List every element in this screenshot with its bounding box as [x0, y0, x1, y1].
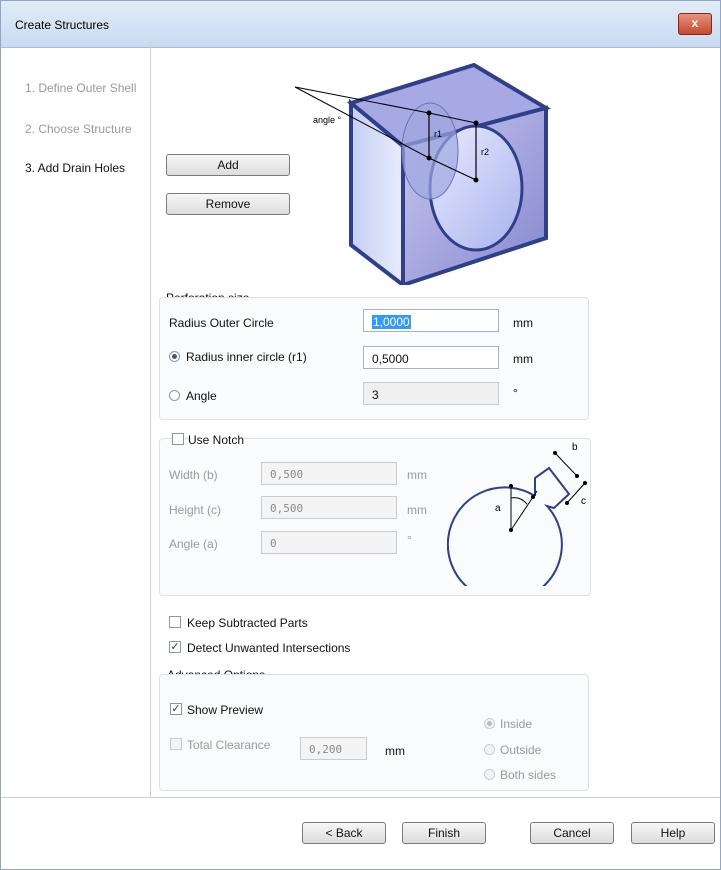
- add-button[interactable]: Add: [166, 154, 290, 176]
- radius-inner-input[interactable]: 0,5000: [363, 346, 499, 369]
- notch-angle-input[interactable]: 0: [261, 531, 397, 554]
- notch-b-label: b: [572, 442, 578, 453]
- side-both-radio[interactable]: [484, 769, 495, 780]
- total-clearance-label: Total Clearance: [187, 738, 271, 752]
- use-notch-label: Use Notch: [188, 433, 245, 447]
- total-clearance-checkbox[interactable]: [170, 738, 182, 750]
- radius-outer-unit: mm: [513, 316, 533, 330]
- notch-angle-arc: [510, 497, 528, 505]
- keep-subtracted-checkbox[interactable]: [169, 616, 181, 628]
- keep-subtracted-label: Keep Subtracted Parts: [187, 616, 308, 630]
- point-marker: [509, 528, 513, 532]
- radius-outer-label: Radius Outer Circle: [169, 316, 274, 330]
- drain-hole-diagram: angle ° r1 r2: [294, 63, 552, 285]
- notch-diagram: a b c: [447, 442, 587, 586]
- radius-outer-input[interactable]: 1,0000: [363, 309, 499, 332]
- angle-label-text: Angle: [186, 389, 217, 403]
- point-marker: [473, 177, 479, 183]
- point-marker: [531, 495, 535, 499]
- radius-inner-label: Radius inner circle (r1): [186, 350, 307, 364]
- wizard-steps-sidebar: 1. Define Outer Shell 2. Choose Structur…: [1, 48, 150, 796]
- notch-angle-unit: °: [407, 533, 412, 547]
- angle-input[interactable]: 3: [363, 382, 499, 405]
- radius-inner-unit: mm: [513, 352, 533, 366]
- close-button[interactable]: x: [678, 13, 712, 35]
- detect-intersections-checkbox[interactable]: ✓: [169, 641, 181, 653]
- notch-outline: [447, 466, 571, 586]
- r1-label: r1: [434, 129, 442, 139]
- help-button[interactable]: Help: [631, 822, 715, 844]
- finish-button[interactable]: Finish: [402, 822, 486, 844]
- point-marker: [473, 120, 479, 126]
- use-notch-checkbox[interactable]: [172, 433, 184, 445]
- window-title: Create Structures: [15, 18, 110, 32]
- point-marker: [553, 451, 557, 455]
- show-preview-checkbox[interactable]: ✓: [170, 703, 182, 715]
- step-define-outer-shell[interactable]: 1. Define Outer Shell: [25, 81, 136, 95]
- radius-inner-radio[interactable]: [169, 351, 180, 362]
- notch-a-label: a: [495, 503, 501, 514]
- notch-angle-label: Angle (a): [169, 537, 218, 551]
- point-marker: [575, 474, 579, 478]
- point-marker: [565, 501, 569, 505]
- angle-radio[interactable]: [169, 390, 180, 401]
- side-outside-label: Outside: [500, 743, 542, 757]
- title-bar: Create Structures x: [1, 1, 720, 48]
- step-choose-structure[interactable]: 2. Choose Structure: [25, 122, 132, 136]
- notch-width-unit: mm: [407, 468, 427, 482]
- notch-height-unit: mm: [407, 503, 427, 517]
- notch-width-input[interactable]: 0,500: [261, 462, 397, 485]
- dialog-footer: < Back Finish Cancel Help: [1, 798, 720, 869]
- point-marker: [583, 481, 587, 485]
- back-button[interactable]: < Back: [302, 822, 386, 844]
- angle-label: angle °: [313, 115, 342, 125]
- r2-label: r2: [481, 147, 489, 157]
- step-add-drain-holes[interactable]: 3. Add Drain Holes: [25, 161, 125, 175]
- create-structures-dialog: Create Structures x 1. Define Outer Shel…: [0, 0, 721, 870]
- show-preview-label: Show Preview: [187, 703, 264, 717]
- remove-button[interactable]: Remove: [166, 193, 290, 215]
- side-both-label: Both sides: [500, 768, 557, 782]
- angle-unit: °: [513, 386, 518, 400]
- notch-c-label: c: [581, 496, 586, 507]
- side-inside-radio[interactable]: [484, 718, 495, 729]
- detect-intersections-label: Detect Unwanted Intersections: [187, 641, 351, 655]
- cancel-button[interactable]: Cancel: [530, 822, 614, 844]
- point-marker: [426, 155, 432, 161]
- b-dimension: [554, 452, 578, 477]
- sidebar-divider: [150, 41, 151, 797]
- radius-outer-value: 1,0000: [372, 315, 411, 329]
- side-inside-label: Inside: [500, 717, 533, 731]
- point-marker: [509, 484, 513, 488]
- notch-height-input[interactable]: 0,500: [261, 496, 397, 519]
- point-marker: [426, 110, 432, 116]
- side-outside-radio[interactable]: [484, 744, 495, 755]
- notch-width-label: Width (b): [169, 468, 218, 482]
- clearance-unit: mm: [385, 744, 405, 758]
- clearance-input[interactable]: 0,200: [300, 737, 367, 760]
- notch-height-label: Height (c): [169, 503, 222, 517]
